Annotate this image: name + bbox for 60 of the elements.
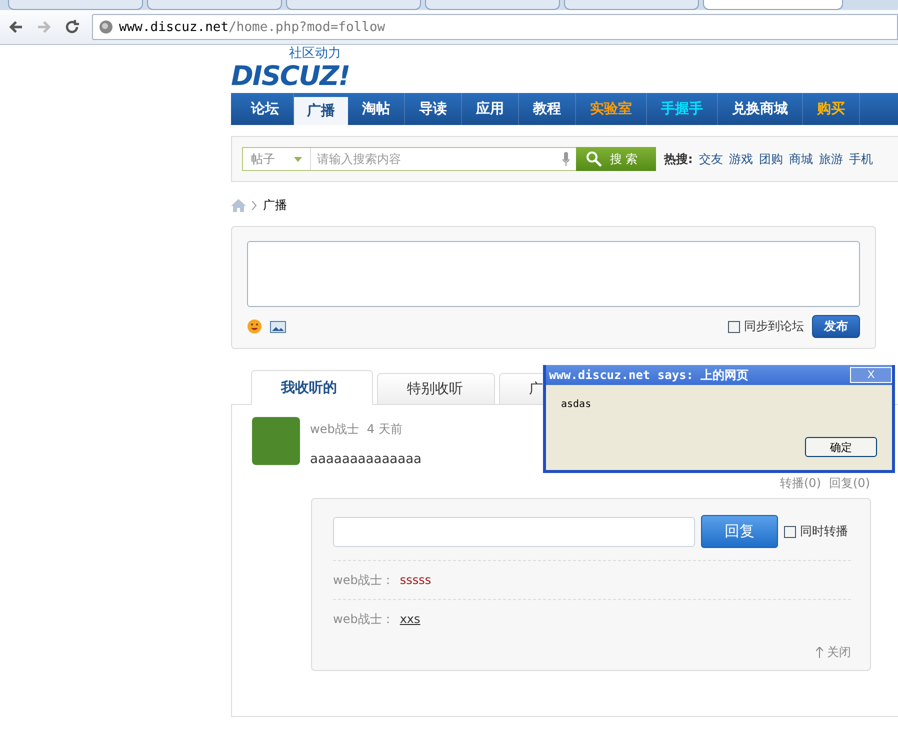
nav-item[interactable]: 导读 xyxy=(405,93,462,125)
browser-tab[interactable] xyxy=(564,0,699,10)
nav-item[interactable]: 教程 xyxy=(519,93,576,125)
forward-icon[interactable] xyxy=(36,19,52,35)
address-bar[interactable]: www.discuz.net/home.php?mod=follow xyxy=(92,14,898,40)
also-forward-checkbox[interactable]: 同时转播 xyxy=(784,523,848,540)
ok-button[interactable]: 确定 xyxy=(805,437,877,457)
hot-search-link[interactable]: 商城 xyxy=(788,150,813,168)
nav-item[interactable]: 兑换商城 xyxy=(718,93,803,125)
nav-item[interactable]: 淘帖 xyxy=(348,93,405,125)
avatar-placeholder xyxy=(252,417,300,465)
search-field[interactable]: 帖子 请输入搜索内容 搜 索 xyxy=(242,147,656,171)
back-icon[interactable] xyxy=(8,19,24,35)
post-text: aaaaaaaaaaaaaa xyxy=(310,452,422,467)
close-link[interactable]: 关闭 xyxy=(333,644,851,661)
reply-button[interactable]: 回复 xyxy=(701,515,778,548)
nav-item[interactable]: 手握手 xyxy=(647,93,718,125)
feed-tab[interactable]: 我收听的 xyxy=(251,370,373,405)
chevron-icon xyxy=(252,201,257,210)
sync-checkbox[interactable]: 同步到论坛 xyxy=(728,318,804,335)
globe-icon xyxy=(99,20,113,34)
hot-search-link[interactable]: 游戏 xyxy=(728,150,753,168)
nav-item[interactable]: 广播 xyxy=(294,97,348,125)
search-button[interactable]: 搜 索 xyxy=(576,147,656,171)
dialog-title: www.discuz.net says: 上的网页 xyxy=(549,366,749,384)
reply-author: web战士： xyxy=(333,610,394,628)
up-arrow-icon xyxy=(816,647,823,658)
reply-text: sssss xyxy=(400,573,432,587)
browser-tab[interactable] xyxy=(286,0,421,10)
reply-text-link[interactable]: xxs xyxy=(400,612,420,626)
hot-search-link[interactable]: 团购 xyxy=(758,150,783,168)
forward-link[interactable]: 转播(0) xyxy=(780,475,821,492)
feed-tab[interactable]: 特别收听 xyxy=(377,373,495,405)
browser-tab[interactable] xyxy=(425,0,560,10)
browser-tab[interactable] xyxy=(703,0,843,10)
reply-author: web战士： xyxy=(333,572,394,588)
post-time: 4 天前 xyxy=(366,421,402,438)
caret-icon xyxy=(294,156,302,162)
hot-search-label: 热搜: xyxy=(664,150,693,168)
reload-icon[interactable] xyxy=(64,19,80,35)
nav-item[interactable]: 购买 xyxy=(803,93,860,125)
reply-link[interactable]: 回复(0) xyxy=(829,475,870,492)
breadcrumb-item[interactable]: 广播 xyxy=(263,197,287,214)
hot-search-link[interactable]: 手机 xyxy=(848,150,873,168)
home-icon[interactable] xyxy=(231,199,246,212)
image-icon[interactable] xyxy=(270,320,286,332)
reply-input[interactable] xyxy=(333,516,695,546)
post-input[interactable] xyxy=(247,241,860,307)
browser-tab[interactable] xyxy=(147,0,282,10)
browser-tab[interactable] xyxy=(8,0,143,10)
site-logo: 社区动力 DISCUZ! xyxy=(231,45,351,93)
author-link[interactable]: web战士 xyxy=(310,421,359,438)
microphone-icon[interactable] xyxy=(562,152,570,166)
search-icon xyxy=(586,151,602,167)
dialog-message: asdas xyxy=(561,399,592,412)
smiley-icon[interactable] xyxy=(247,319,262,334)
publish-button[interactable]: 发布 xyxy=(812,315,860,338)
hot-search-link[interactable]: 交友 xyxy=(698,150,723,168)
nav-item[interactable]: 应用 xyxy=(462,93,519,125)
hot-search-link[interactable]: 旅游 xyxy=(818,150,843,168)
